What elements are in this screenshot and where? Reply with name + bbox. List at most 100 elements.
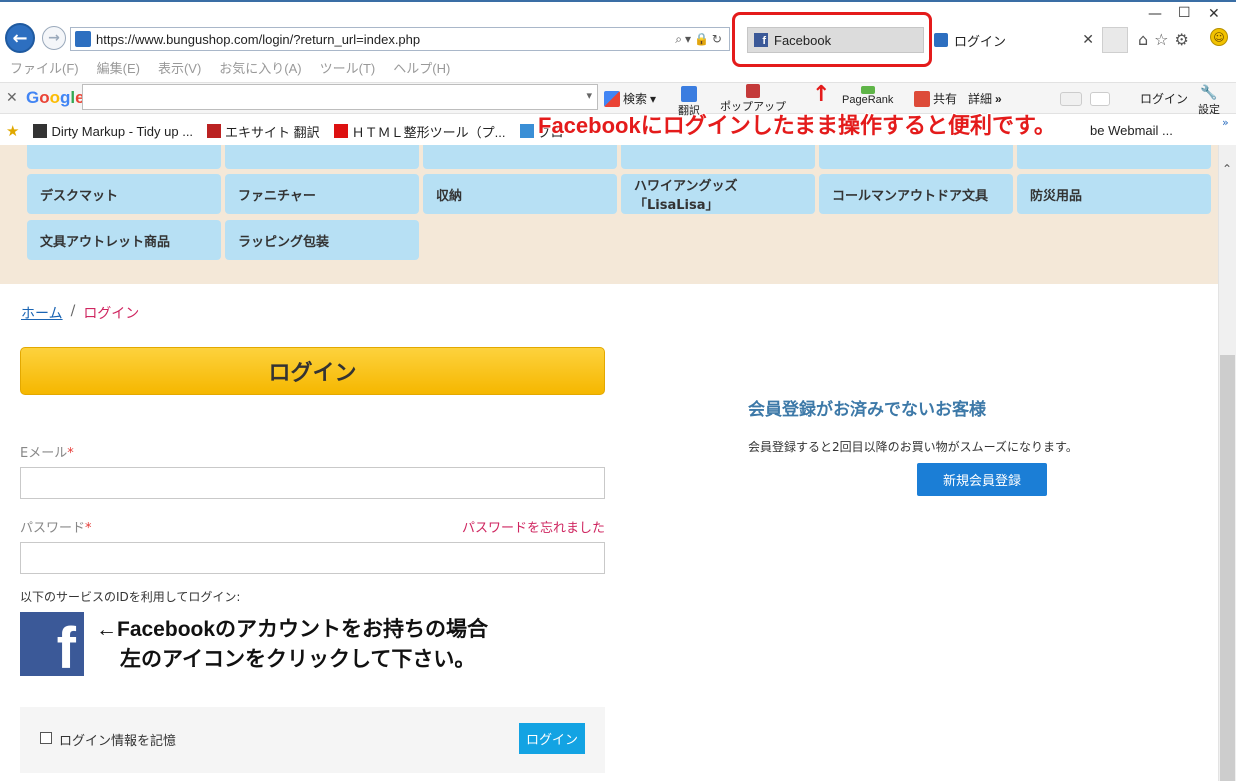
- login-footer: ログイン情報を記憶 ログイン: [20, 707, 605, 773]
- required-mark: *: [67, 446, 74, 461]
- pagerank-label: PageRank: [842, 94, 894, 106]
- register-heading: 会員登録がお済みでないお客様: [748, 400, 986, 420]
- forgot-password-link[interactable]: パスワードを忘れました: [462, 517, 605, 536]
- toolbar-icons[interactable]: ⌂☆⚙: [1138, 30, 1195, 49]
- category-item-partial[interactable]: [819, 145, 1013, 169]
- facebook-annotation: ←Facebookのアカウントをお持ちの場合 左のアイコンをクリックして下さい。: [96, 618, 489, 671]
- detail-label: 詳細: [968, 92, 993, 106]
- share-button[interactable]: 共有: [914, 90, 957, 107]
- address-bar[interactable]: https://www.bungushop.com/login/?return_…: [70, 27, 730, 51]
- category-disaster-goods[interactable]: 防災用品: [1017, 174, 1211, 214]
- breadcrumb-current: ログイン: [83, 306, 140, 322]
- menu-favorites[interactable]: お気に入り(A): [219, 58, 301, 77]
- login-heading: ログイン: [20, 347, 605, 395]
- google-search-button[interactable]: 検索 ▾: [604, 90, 656, 107]
- excite-icon: [207, 124, 222, 138]
- page-content: デスクマット ファニチャー 収納 ハワイアングッズ「LisaLisa」 コールマ…: [0, 145, 1218, 781]
- password-field[interactable]: [20, 542, 605, 574]
- required-mark: *: [85, 521, 92, 536]
- tab-login-label: ログイン: [954, 33, 1007, 49]
- menu-view[interactable]: 表示(V): [158, 58, 201, 77]
- email-label: Eメール*: [20, 446, 74, 461]
- favorite-item-webmail[interactable]: be Webmail ...: [1090, 123, 1173, 138]
- top-annotation: Facebookにログインしたまま操作すると便利です。: [538, 113, 1056, 138]
- scrollbar-thumb[interactable]: [1220, 355, 1235, 781]
- favorite-item-excite[interactable]: エキサイト 翻訳: [207, 122, 320, 141]
- register-button[interactable]: 新規会員登録: [917, 463, 1047, 496]
- browser-window: — ☐ ✕ ← → https://www.bungushop.com/logi…: [0, 0, 1236, 781]
- category-item-partial[interactable]: [621, 145, 815, 169]
- html-tool-icon: [333, 124, 348, 138]
- plus-one-icon[interactable]: [1060, 92, 1082, 106]
- wrench-icon: 🔧: [1200, 84, 1218, 100]
- window-top-border: [0, 0, 1236, 2]
- close-window-icon[interactable]: ✕: [1208, 6, 1220, 22]
- minimize-icon[interactable]: —: [1148, 6, 1162, 22]
- popup-blocker-icon: [746, 84, 760, 98]
- register-text: 会員登録すると2回目以降のお買い物がスムーズになります。: [748, 440, 1078, 454]
- menu-file[interactable]: ファイル(F): [10, 58, 79, 77]
- forward-button[interactable]: →: [42, 26, 66, 50]
- pagerank-button[interactable]: PageRank: [842, 86, 893, 106]
- category-coleman-outdoor[interactable]: コールマンアウトドア文具: [819, 174, 1013, 214]
- menu-help[interactable]: ヘルプ(H): [393, 58, 450, 77]
- feedback-smiley-icon[interactable]: ☺: [1210, 28, 1228, 46]
- share-label: 共有: [933, 92, 958, 106]
- category-item-partial[interactable]: [1017, 145, 1211, 169]
- service-login-label: 以下のサービスのIDを利用してログイン:: [20, 590, 241, 604]
- facebook-login-icon[interactable]: f: [20, 612, 84, 681]
- chevron-down-icon[interactable]: ▾: [586, 89, 592, 102]
- menu-edit[interactable]: 編集(E): [97, 58, 140, 77]
- double-chevron-right-icon: »: [995, 91, 1002, 106]
- settings-button[interactable]: 🔧 設定: [1198, 84, 1220, 117]
- login-submit-button[interactable]: ログイン: [519, 723, 585, 754]
- new-tab-button[interactable]: [1102, 27, 1128, 53]
- email-field[interactable]: [20, 467, 605, 499]
- favorites-more-icon[interactable]: »: [1222, 116, 1229, 129]
- facebook-tab-highlight: [732, 12, 932, 67]
- remember-label: ログイン情報を記憶: [59, 734, 177, 749]
- favorite-item-dirty-markup[interactable]: Dirty Markup - Tidy up ...: [33, 124, 193, 139]
- toolbar-blank-button[interactable]: [1090, 92, 1110, 106]
- maximize-icon[interactable]: ☐: [1178, 5, 1191, 21]
- detail-button[interactable]: 詳細 »: [968, 90, 1002, 107]
- menu-tools[interactable]: ツール(T): [320, 58, 376, 77]
- site-tab-icon: [934, 33, 948, 47]
- category-storage[interactable]: 収納: [423, 174, 617, 214]
- google-search-input[interactable]: ▾: [82, 84, 598, 110]
- translate-icon: [681, 86, 697, 102]
- tab-login[interactable]: ログイン ✕: [928, 27, 1100, 53]
- dirty-markup-icon: [33, 124, 48, 138]
- breadcrumb-separator: /: [70, 303, 76, 319]
- google-login-label: ログイン: [1140, 92, 1189, 106]
- category-hawaiian-goods[interactable]: ハワイアングッズ「LisaLisa」: [621, 174, 815, 214]
- forward-arrow-icon: →: [48, 30, 60, 46]
- search-lock-refresh-icons[interactable]: ⌕▾🔒↻: [675, 32, 729, 47]
- google-g-icon: [604, 90, 620, 107]
- settings-label: 設定: [1198, 104, 1220, 116]
- url-text[interactable]: https://www.bungushop.com/login/?return_…: [96, 32, 675, 47]
- favorites-star-icon[interactable]: ★: [6, 122, 19, 140]
- category-wrapping[interactable]: ラッピング包装: [225, 220, 419, 260]
- pagerank-icon: [860, 86, 875, 94]
- up-arrow-annotation-icon: ↑: [812, 82, 831, 107]
- remember-checkbox[interactable]: [40, 732, 52, 744]
- tab-close-icon[interactable]: ✕: [1082, 31, 1094, 48]
- category-desk-mat[interactable]: デスクマット: [27, 174, 221, 214]
- category-outlet[interactable]: 文具アウトレット商品: [27, 220, 221, 260]
- password-label: パスワード*: [20, 521, 92, 536]
- site-favicon-icon: [75, 31, 91, 47]
- breadcrumb-home-link[interactable]: ホーム: [21, 303, 63, 323]
- category-item-partial[interactable]: [225, 145, 419, 169]
- favorite-item-html-tool[interactable]: ＨＴＭＬ整形ツール（プ...: [333, 122, 506, 141]
- google-login-button[interactable]: ログイン: [1140, 90, 1188, 107]
- category-item-partial[interactable]: [423, 145, 617, 169]
- back-button[interactable]: ←: [5, 23, 35, 53]
- menu-bar: ファイル(F) 編集(E) 表示(V) お気に入り(A) ツール(T) ヘルプ(…: [10, 58, 450, 77]
- back-arrow-icon: ←: [12, 27, 28, 49]
- share-icon: [914, 90, 930, 107]
- category-furniture[interactable]: ファニチャー: [225, 174, 419, 214]
- scroll-up-icon[interactable]: ⌃: [1219, 162, 1235, 176]
- category-item-partial[interactable]: [27, 145, 221, 169]
- google-toolbar-close-icon[interactable]: ✕: [6, 90, 18, 106]
